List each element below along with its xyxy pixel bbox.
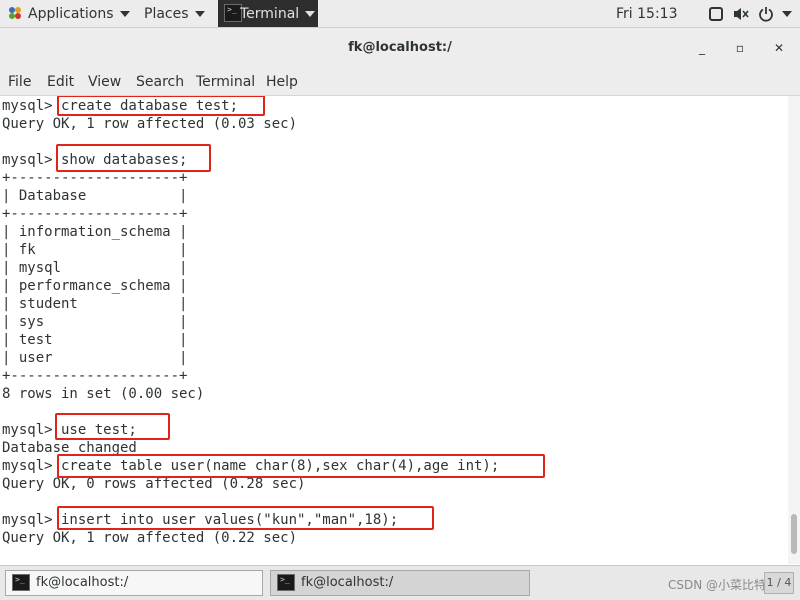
terminal-line: | student | [2, 296, 188, 312]
menu-help[interactable]: Help [266, 74, 298, 90]
terminal-line: Query OK, 1 row affected (0.22 sec) [2, 530, 298, 546]
taskbar-window-2[interactable]: >_ fk@localhost:/ [270, 570, 530, 596]
terminal-line: | Database | [2, 188, 188, 204]
menu-bar: File Edit View Search Terminal Help [0, 69, 800, 96]
terminal-app-label: Terminal [240, 6, 300, 22]
terminal-line: | information_schema | [2, 224, 188, 240]
terminal-line: +--------------------+ [2, 368, 188, 384]
applications-logo-icon [9, 7, 21, 19]
window-switcher-icon[interactable] [708, 6, 724, 22]
highlight-insert [57, 506, 434, 530]
menu-edit[interactable]: Edit [47, 74, 74, 90]
places-menu[interactable]: Places [144, 0, 205, 28]
terminal-line: 8 rows in set (0.00 sec) [2, 386, 205, 402]
highlight-use-test [55, 413, 170, 440]
taskbar-window-label: fk@localhost:/ [36, 575, 129, 590]
menu-file[interactable]: File [8, 74, 31, 90]
menu-view[interactable]: View [88, 74, 121, 90]
menu-terminal[interactable]: Terminal [196, 74, 255, 90]
caret-down-icon [119, 11, 130, 17]
terminal-line: | user | [2, 350, 188, 366]
terminal-app-icon: >_ [12, 574, 30, 591]
maximize-button[interactable]: ▫ [732, 40, 748, 56]
highlight-show-databases [56, 144, 211, 172]
watermark-text: CSDN @小菜比特 [668, 578, 767, 592]
highlight-create-table [57, 454, 545, 478]
menu-search[interactable]: Search [136, 74, 184, 90]
terminal-output[interactable]: mysql> create database test; Query OK, 1 … [0, 96, 788, 564]
scrollbar-thumb[interactable] [791, 514, 797, 554]
terminal-line: | fk | [2, 242, 188, 258]
bottom-taskbar: >_ fk@localhost:/ >_ fk@localhost:/ CSDN… [0, 565, 800, 600]
clock[interactable]: Fri 15:13 [616, 0, 677, 28]
terminal-app-icon: >_ [277, 574, 295, 591]
system-status-area[interactable] [708, 0, 792, 28]
power-icon[interactable] [758, 6, 774, 22]
close-button[interactable]: ✕ [771, 40, 787, 56]
terminal-scrollbar[interactable] [788, 96, 800, 564]
taskbar-window-label: fk@localhost:/ [301, 575, 394, 590]
volume-muted-icon[interactable] [732, 6, 750, 22]
terminal-line: +--------------------+ [2, 206, 188, 222]
applications-menu[interactable]: Applications [8, 0, 130, 28]
caret-down-icon [305, 11, 316, 17]
caret-down-icon [782, 11, 792, 17]
window-title: fk@localhost:/ [348, 40, 452, 55]
terminal-line: Query OK, 1 row affected (0.03 sec) [2, 116, 298, 132]
window-titlebar[interactable]: fk@localhost:/ _ ▫ ✕ [0, 28, 800, 69]
terminal-line: | test | [2, 332, 188, 348]
terminal-line: | sys | [2, 314, 188, 330]
highlight-create-database [57, 96, 265, 116]
workspace-indicator[interactable]: 1 / 4 [764, 572, 794, 594]
caret-down-icon [194, 11, 205, 17]
terminal-line: | performance_schema | [2, 278, 188, 294]
terminal-line: | mysql | [2, 260, 188, 276]
top-panel: Applications Places >_ Terminal Fri 15:1… [0, 0, 800, 28]
applications-label: Applications [28, 6, 114, 22]
terminal-app-menu[interactable]: >_ Terminal [218, 0, 318, 27]
places-label: Places [144, 6, 189, 22]
minimize-button[interactable]: _ [694, 40, 710, 56]
taskbar-window-1[interactable]: >_ fk@localhost:/ [5, 570, 263, 596]
